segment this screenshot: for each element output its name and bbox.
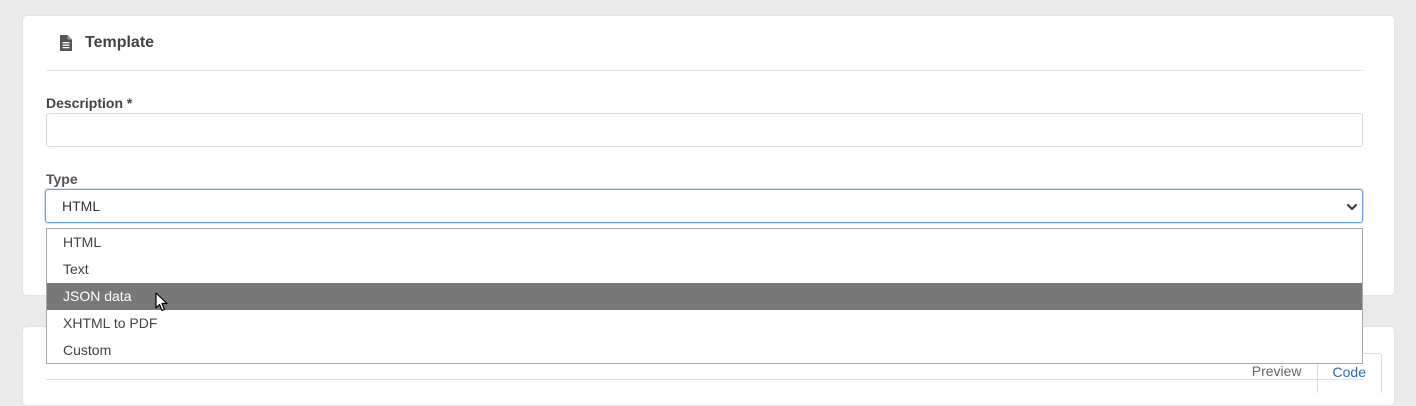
type-select-value: HTML [62, 198, 101, 214]
chevron-down-icon [1347, 204, 1357, 210]
type-dropdown-list: HTML Text JSON data XHTML to PDF Custom [46, 228, 1363, 364]
card-header: Template [46, 16, 1363, 71]
option-custom[interactable]: Custom [47, 337, 1362, 364]
type-label: Type [46, 171, 78, 187]
mouse-cursor-icon [155, 292, 168, 312]
file-text-icon [60, 35, 72, 51]
type-select[interactable]: HTML [45, 189, 1363, 223]
option-html[interactable]: HTML [47, 229, 1362, 256]
description-label: Description * [46, 95, 133, 111]
card-title: Template [85, 34, 155, 51]
option-json-data[interactable]: JSON data [47, 283, 1362, 310]
option-text[interactable]: Text [47, 256, 1362, 283]
divider [46, 379, 1363, 380]
option-xhtml-to-pdf[interactable]: XHTML to PDF [47, 310, 1362, 337]
description-input[interactable] [46, 113, 1363, 147]
